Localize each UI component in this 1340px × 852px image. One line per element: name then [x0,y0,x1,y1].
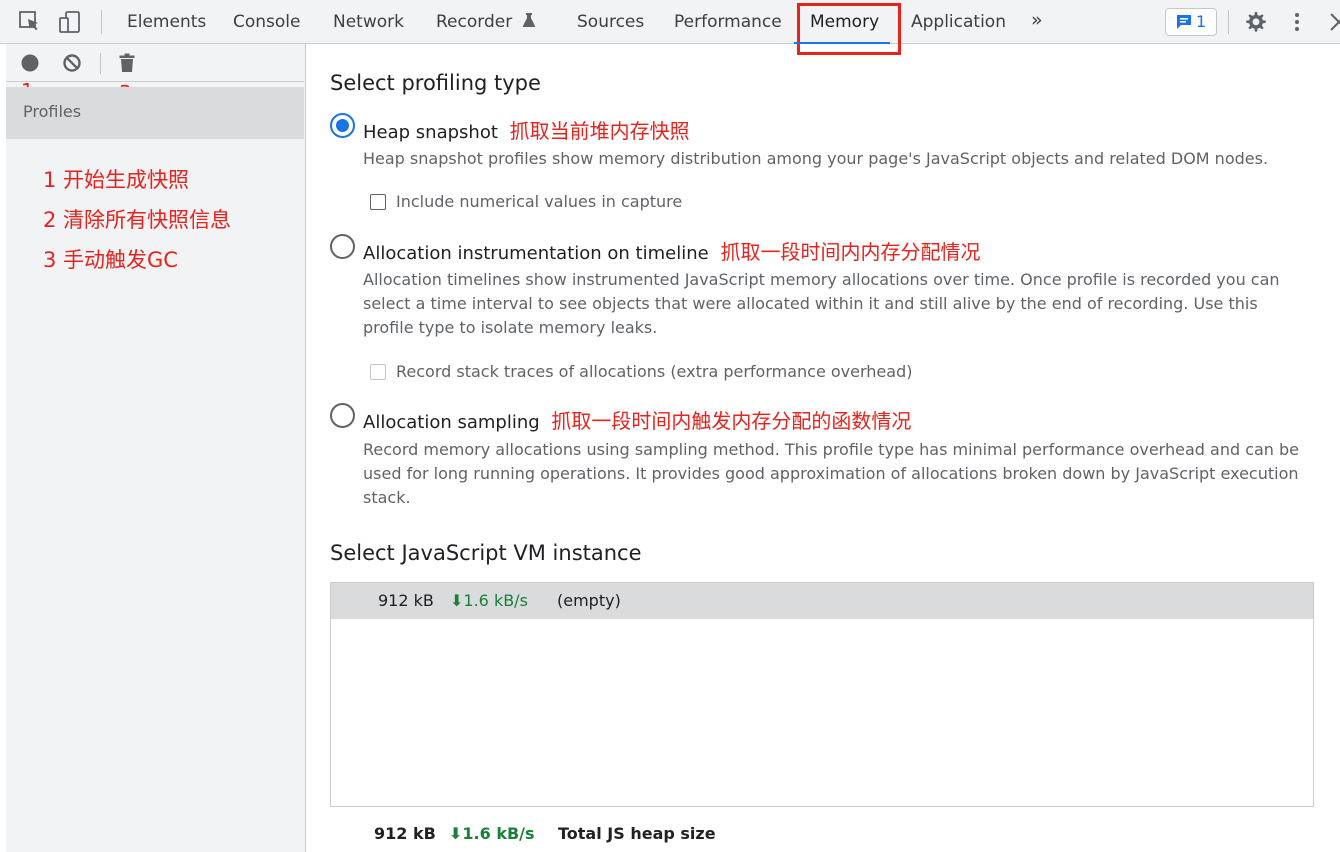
allocation-sampling-annotation: 抓取一段时间内触发内存分配的函数情况 [551,409,912,433]
toolbar-divider [1228,10,1229,34]
device-toolbar-icon[interactable] [58,10,82,34]
record-icon[interactable] [20,53,40,73]
allocation-timeline-radio[interactable] [330,234,355,259]
vm-instance-rate: ⬇1.6 kB/s [450,591,528,610]
gear-icon[interactable] [1243,10,1267,34]
heap-snapshot-label: Heap snapshot [363,122,498,143]
tab-sources[interactable]: Sources [577,12,644,32]
clear-icon[interactable] [62,53,82,73]
record-stack-traces-label[interactable]: Record stack traces of allocations (extr… [396,362,912,381]
profiling-type-title: Select profiling type [330,71,541,95]
include-numerical-values-label[interactable]: Include numerical values in capture [396,192,682,211]
devtools-tab-bar: Elements Console Network Recorder Source… [0,0,1340,44]
allocation-timeline-description: Allocation timelines show instrumented J… [363,270,1280,337]
close-icon[interactable] [1327,10,1340,34]
allocation-timeline-option[interactable]: Allocation instrumentation on timeline 抓… [363,236,980,265]
record-stack-traces-checkbox[interactable] [370,364,386,380]
issues-count: 1 [1196,12,1207,31]
more-tabs-icon[interactable]: » [1031,9,1043,31]
tab-recorder-label: Recorder [436,12,513,32]
total-heap-size: 912 kB [374,824,436,843]
toolbar-divider [101,10,102,34]
allocation-timeline-label: Allocation instrumentation on timeline [363,243,709,264]
tab-network[interactable]: Network [333,12,404,32]
allocation-sampling-label: Allocation sampling [363,412,540,433]
vm-instance-title: Select JavaScript VM instance [330,541,642,565]
flask-icon [522,13,535,27]
vm-instance-list: 912 kB ⬇1.6 kB/s (empty) [330,582,1314,807]
annotation-note-2: 2 清除所有快照信息 [43,208,232,232]
total-heap-rate: ⬇1.6 kB/s [449,824,535,843]
heap-snapshot-annotation: 抓取当前堆内存快照 [509,119,690,143]
tab-console[interactable]: Console [233,12,301,32]
profiles-sidebar: 1 2 3 Profiles 1 开始生成快照 2 清除所有快照信息 3 手动触… [6,44,306,852]
allocation-sampling-radio[interactable] [330,403,355,428]
vm-instance-size: 912 kB [378,591,434,610]
toolbar-border [6,81,304,82]
annotation-note-1: 1 开始生成快照 [43,168,190,192]
tab-recorder[interactable]: Recorder [436,12,536,32]
sidebar-item-profiles[interactable]: Profiles [6,87,304,139]
memory-panel: Select profiling type Heap snapshot 抓取当前… [307,44,1340,852]
allocation-timeline-annotation: 抓取一段时间内内存分配情况 [720,240,981,264]
allocation-sampling-description: Record memory allocations using sampling… [363,440,1300,507]
annotation-note-3: 3 手动触发GC [43,248,178,272]
heap-snapshot-radio[interactable] [330,113,355,138]
toolbar-divider [100,53,101,74]
allocation-sampling-option[interactable]: Allocation sampling 抓取一段时间内触发内存分配的函数情况 [363,405,911,434]
profiles-label: Profiles [23,102,82,121]
more-options-icon[interactable] [1285,10,1309,34]
total-heap-label: Total JS heap size [558,824,716,843]
issues-badge[interactable]: 1 [1165,8,1217,36]
tab-elements[interactable]: Elements [127,12,206,32]
heap-snapshot-option[interactable]: Heap snapshot 抓取当前堆内存快照 [363,115,690,144]
include-numerical-values-checkbox[interactable] [370,194,386,210]
heap-snapshot-description: Heap snapshot profiles show memory distr… [363,149,1269,168]
vm-instance-name: (empty) [557,591,621,610]
vm-instance-row[interactable]: 912 kB ⬇1.6 kB/s (empty) [331,583,1313,619]
trash-icon[interactable] [118,53,136,73]
inspect-element-icon[interactable] [18,10,42,34]
tab-performance[interactable]: Performance [674,12,782,32]
tab-application[interactable]: Application [911,12,1006,32]
message-icon [1177,15,1191,29]
